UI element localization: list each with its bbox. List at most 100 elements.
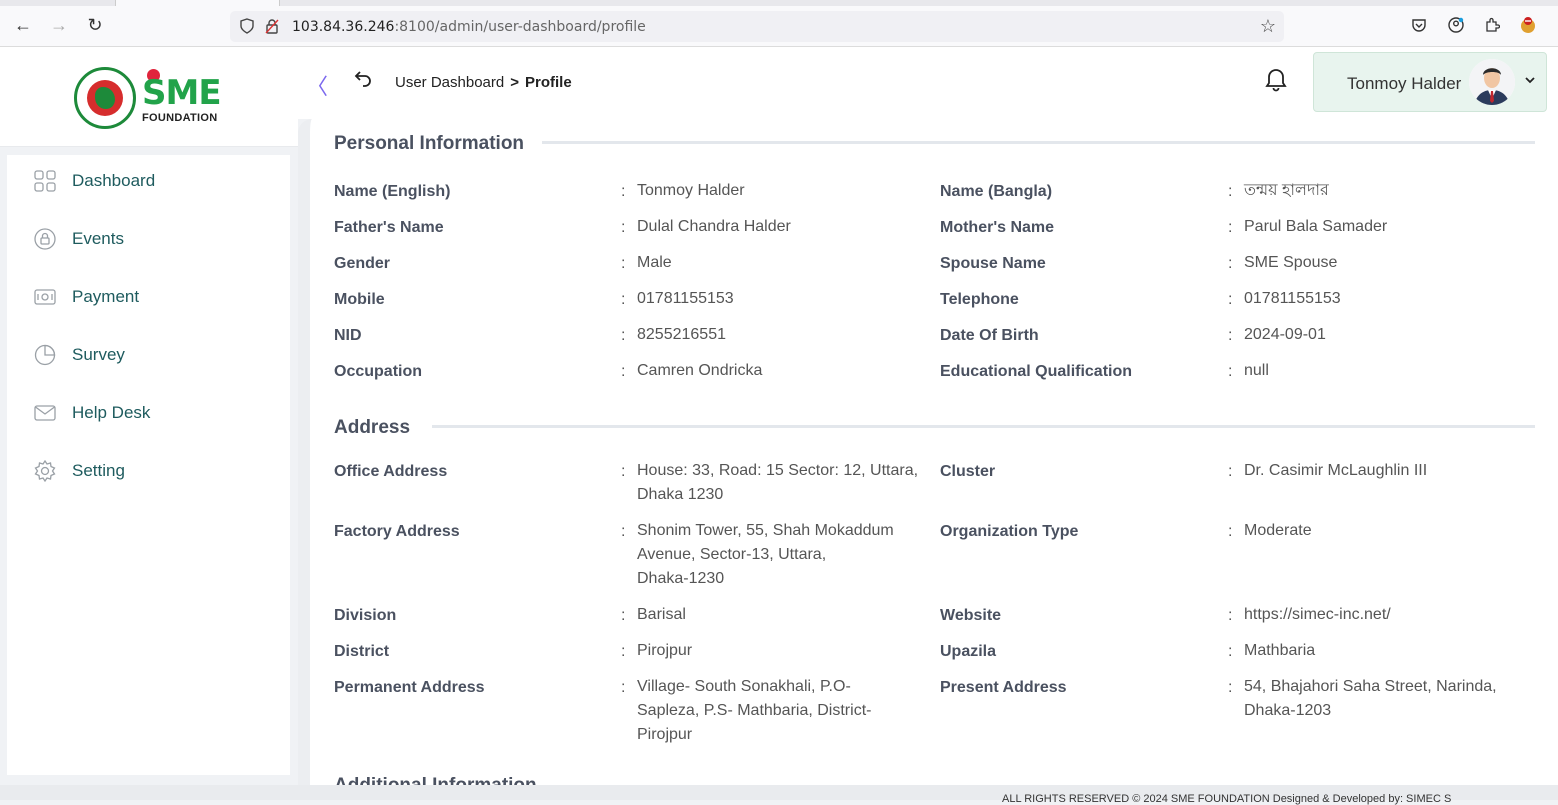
field-colon: : bbox=[621, 363, 626, 380]
field-colon: : bbox=[1228, 607, 1233, 624]
sme-foundation-logo[interactable]: SME FOUNDATION bbox=[74, 67, 226, 129]
field-label: Mobile bbox=[334, 291, 385, 308]
field-colon: : bbox=[621, 219, 626, 236]
url-path: :8100/admin/user-dashboard/profile bbox=[394, 19, 646, 35]
field-colon: : bbox=[621, 679, 626, 696]
field-value: Dulal Chandra Halder bbox=[637, 218, 791, 235]
breadcrumb: User Dashboard > Profile bbox=[395, 74, 572, 91]
field-value: Parul Bala Samader bbox=[1244, 218, 1388, 235]
sidebar-item-payment[interactable]: Payment bbox=[7, 272, 290, 322]
field-value: House: 33, Road: 15 Sector: 12, Uttara, bbox=[637, 462, 919, 479]
field-label: Father's Name bbox=[334, 219, 444, 236]
url-text[interactable]: 103.84.36.246:8100/admin/user-dashboard/… bbox=[292, 19, 646, 35]
pocket-icon[interactable] bbox=[1410, 16, 1428, 34]
extensions-icon[interactable] bbox=[1483, 16, 1501, 34]
sidebar-item-help-desk[interactable]: Help Desk bbox=[7, 388, 290, 438]
sidebar-item-label: Survey bbox=[72, 345, 125, 364]
field-colon: : bbox=[1228, 679, 1233, 696]
field-label: Office Address bbox=[334, 463, 448, 480]
logo-subtitle: FOUNDATION bbox=[142, 112, 218, 124]
field-colon: : bbox=[1228, 219, 1233, 236]
grid-icon bbox=[34, 170, 56, 192]
field-label: NID bbox=[334, 327, 362, 344]
user-name: Tonmoy Halder bbox=[1347, 74, 1462, 93]
section-title-address: Address bbox=[334, 417, 411, 438]
notification-bell-icon[interactable] bbox=[1264, 67, 1288, 93]
sidebar-item-label: Setting bbox=[72, 461, 125, 480]
back-icon[interactable] bbox=[354, 69, 372, 93]
government-seal-icon bbox=[74, 67, 136, 129]
sidebar-item-dashboard[interactable]: Dashboard bbox=[7, 156, 290, 206]
breadcrumb-parent[interactable]: User Dashboard bbox=[395, 74, 504, 91]
field-value: 01781155153 bbox=[1244, 290, 1341, 307]
field-colon: : bbox=[621, 463, 626, 480]
profile-content: Personal Information Name (English) : To… bbox=[298, 119, 1558, 785]
insecure-lock-icon[interactable] bbox=[264, 18, 280, 38]
footer: ALL RIGHTS RESERVED © 2024 SME FOUNDATIO… bbox=[0, 785, 1558, 805]
field-colon: : bbox=[621, 607, 626, 624]
field-value: Mathbaria bbox=[1244, 642, 1316, 659]
cash-icon bbox=[34, 286, 56, 308]
field-value: SME Spouse bbox=[1244, 254, 1338, 271]
sidebar-item-survey[interactable]: Survey bbox=[7, 330, 290, 380]
field-value: Sapleza, P.S- Mathbaria, District- bbox=[637, 702, 872, 719]
field-label: Occupation bbox=[334, 363, 423, 380]
field-label: Cluster bbox=[940, 463, 996, 480]
browser-toolbar: ← → ↻ 103.84.36.246:8100/admin/user-dash… bbox=[0, 0, 1558, 47]
addon-icon[interactable] bbox=[1519, 16, 1537, 34]
field-colon: : bbox=[1228, 523, 1233, 540]
field-value: Barisal bbox=[637, 606, 686, 623]
mail-icon bbox=[34, 402, 56, 424]
field-colon: : bbox=[1228, 291, 1233, 308]
logo-brand: SME bbox=[142, 73, 222, 113]
back-arrow-icon[interactable]: ← bbox=[12, 14, 34, 36]
field-label: Mother's Name bbox=[940, 219, 1055, 236]
field-value: Camren Ondricka bbox=[637, 362, 763, 379]
field-colon: : bbox=[1228, 327, 1233, 344]
field-label: Website bbox=[940, 607, 1002, 624]
address-bar[interactable]: 103.84.36.246:8100/admin/user-dashboard/… bbox=[230, 11, 1284, 42]
field-value: Dhaka 1230 bbox=[637, 486, 724, 503]
field-colon: : bbox=[621, 183, 626, 200]
field-value: Shonim Tower, 55, Shah Mokaddum bbox=[637, 522, 894, 539]
field-label: Division bbox=[334, 607, 397, 624]
field-value: Pirojpur bbox=[637, 726, 693, 743]
section-title-additional: Additional Information bbox=[334, 775, 537, 785]
sidebar-item-setting[interactable]: Setting bbox=[7, 446, 290, 496]
sidebar-menu: Dashboard Events Payment Survey Help Des… bbox=[7, 155, 290, 775]
field-value: Moderate bbox=[1244, 522, 1312, 539]
field-value: Dhaka-1203 bbox=[1244, 702, 1332, 719]
field-label: Educational Qualification bbox=[940, 363, 1133, 380]
shield-icon[interactable] bbox=[239, 18, 255, 38]
tab-strip bbox=[0, 0, 1558, 6]
field-label: Permanent Address bbox=[334, 679, 485, 696]
reload-icon[interactable]: ↻ bbox=[84, 14, 106, 36]
field-colon: : bbox=[1228, 463, 1233, 480]
user-menu[interactable]: Tonmoy Halder bbox=[1313, 52, 1547, 112]
field-label: Present Address bbox=[940, 679, 1067, 696]
field-label: Name (English) bbox=[334, 183, 451, 200]
forward-arrow-icon[interactable]: → bbox=[48, 14, 70, 36]
top-header: 〈 User Dashboard > Profile Tonmoy Halder bbox=[298, 47, 1558, 119]
section-divider bbox=[542, 141, 1535, 144]
account-icon[interactable] bbox=[1447, 16, 1465, 34]
bookmark-star-icon[interactable]: ☆ bbox=[1260, 16, 1276, 37]
gear-icon bbox=[34, 460, 56, 482]
website-link[interactable]: https://simec-inc.net/ bbox=[1244, 603, 1391, 627]
field-colon: : bbox=[1228, 255, 1233, 272]
active-tab[interactable] bbox=[115, 0, 280, 6]
field-label: Factory Address bbox=[334, 523, 460, 540]
field-label: Upazila bbox=[940, 643, 997, 660]
field-colon: : bbox=[621, 291, 626, 308]
field-colon: : bbox=[621, 643, 626, 660]
field-value: Dr. Casimir McLaughlin III bbox=[1244, 462, 1428, 479]
collapse-sidebar-icon[interactable]: 〈 bbox=[306, 69, 328, 101]
field-value: Dhaka-1230 bbox=[637, 570, 725, 587]
sidebar-item-label: Payment bbox=[72, 287, 140, 306]
field-colon: : bbox=[1228, 643, 1233, 660]
lock-icon bbox=[34, 228, 56, 250]
field-label: Organization Type bbox=[940, 523, 1079, 540]
field-colon: : bbox=[1228, 363, 1233, 380]
sidebar-item-events[interactable]: Events bbox=[7, 214, 290, 264]
sidebar-item-label: Events bbox=[72, 229, 124, 248]
